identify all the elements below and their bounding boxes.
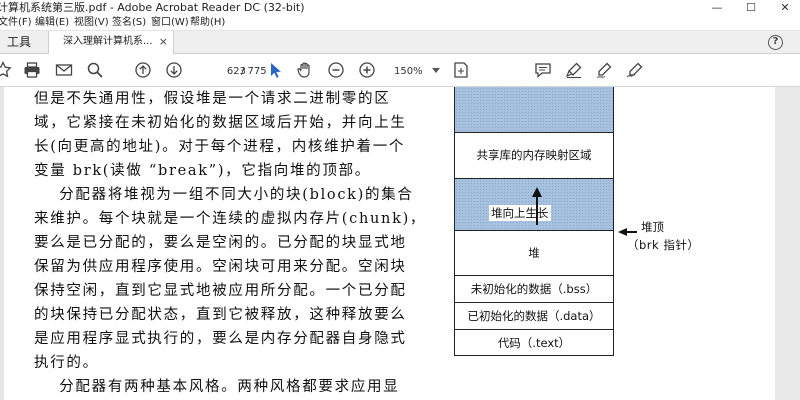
draw-icon[interactable] xyxy=(593,60,615,80)
heap-top-label: 堆顶 xyxy=(641,220,664,234)
print-icon[interactable] xyxy=(21,60,43,80)
heap-grows-arrow-shaft xyxy=(536,195,538,225)
zoom-in-icon[interactable] xyxy=(356,60,378,80)
tab-tools[interactable]: 工具 xyxy=(0,31,48,53)
help-icon[interactable]: ? xyxy=(768,35,783,50)
tab-document[interactable]: 深入理解计算机系... × xyxy=(48,31,174,54)
text-line: 保持空闲，直到它显式地被应用所分配。一个已分配 xyxy=(34,283,407,299)
minimize-button[interactable]: — xyxy=(700,0,734,15)
zoom-dropdown-arrow-icon[interactable] xyxy=(432,68,440,73)
next-page-icon[interactable] xyxy=(163,60,185,80)
star-icon[interactable] xyxy=(0,60,14,80)
tab-close-icon[interactable]: × xyxy=(159,31,168,53)
previous-page-icon[interactable] xyxy=(132,60,154,80)
heap-grows-label: 堆向上生长 xyxy=(489,205,551,221)
menu-window[interactable]: 窗口(W) xyxy=(151,15,189,31)
menu-bar: 文件(F) 编辑(E) 视图(V) 签名(S) 窗口(W) 帮助(H) xyxy=(0,15,800,31)
comment-icon[interactable] xyxy=(532,60,554,80)
fill-sign-icon[interactable] xyxy=(624,60,646,80)
text-line: 域，它紧接在未初始化的数据区域后开始，并向上生 xyxy=(34,115,407,131)
heap-label: 堆 xyxy=(528,246,540,260)
menu-help[interactable]: 帮助(H) xyxy=(190,15,225,31)
shared-lib-block: 共享库的内存映射区域 xyxy=(454,132,614,178)
text-line: 分配器将堆视为一组不同大小的块(block)的集合 xyxy=(34,187,414,203)
brk-pointer-line xyxy=(626,231,637,233)
menu-edit[interactable]: 编辑(E) xyxy=(35,15,69,31)
highlight-icon[interactable] xyxy=(563,60,585,80)
text-block: 代码（.text） xyxy=(454,329,614,356)
email-icon[interactable] xyxy=(53,60,75,80)
text-line: 要么是已分配的，要么是空闲的。已分配的块显式地 xyxy=(34,235,407,251)
document-view[interactable]: 但是不失通用性，假设堆是一个请求二进制零的区 域，它紧接在未初始化的数据区域后开… xyxy=(0,87,800,400)
search-icon[interactable] xyxy=(84,60,106,80)
text-line: 保留为供应用程序使用。空闲块可用来分配。空闲块 xyxy=(34,259,407,275)
text-line: 长(向更高的地址)。对于每个进程，内核维护着一个 xyxy=(34,139,406,155)
text-line: 来维护。每个块就是一个连续的虚拟内存片(chunk)， xyxy=(34,211,427,227)
bss-label: 未初始化的数据（.bss） xyxy=(470,282,598,296)
close-window-button[interactable]: ✕ xyxy=(768,0,800,15)
text-line: 但是不失通用性，假设堆是一个请求二进制零的区 xyxy=(34,91,391,107)
text-line: 是应用程序显式执行的，要么是内存分配器自身隐式 xyxy=(34,331,407,347)
right-panel-strip xyxy=(775,87,800,400)
text-line: 分配器有两种基本风格。两种风格都要求应用显 xyxy=(34,379,400,395)
shared-lib-label: 共享库的内存映射区域 xyxy=(476,148,592,162)
text-line: 变量 brk(读做 “break”)，它指向堆的顶部。 xyxy=(34,163,371,179)
total-pages-label: / 775 xyxy=(241,66,267,77)
memory-layout-diagram: 共享库的内存映射区域 堆向上生长 堆 未初始化的数据（.bss） 已初始化的数据… xyxy=(450,87,780,400)
data-label: 已初始化的数据（.data） xyxy=(467,309,601,323)
toolbar: 623 / 775 150% xyxy=(0,54,800,87)
title-bar: 计算机系统第三版.pdf - Adobe Acrobat Reader DC (… xyxy=(0,0,800,15)
heap-growth-block: 堆向上生长 xyxy=(454,178,614,230)
menu-view[interactable]: 视图(V) xyxy=(74,15,109,31)
window-title: 计算机系统第三版.pdf - Adobe Acrobat Reader DC (… xyxy=(0,1,305,14)
bss-block: 未初始化的数据（.bss） xyxy=(454,275,614,302)
tab-bar: 工具 深入理解计算机系... × ? xyxy=(0,31,800,54)
menu-sign[interactable]: 签名(S) xyxy=(112,15,146,31)
zoom-level-select[interactable]: 150% xyxy=(383,63,435,81)
acrobat-window: 计算机系统第三版.pdf - Adobe Acrobat Reader DC (… xyxy=(0,0,800,400)
text-line: 的块保持已分配状态，直到它被释放，这种释放要么 xyxy=(34,307,407,323)
brk-pointer-label: （brk 指针） xyxy=(627,238,700,252)
zoom-out-icon[interactable] xyxy=(325,60,347,80)
select-cursor-icon[interactable] xyxy=(264,60,286,80)
data-block: 已初始化的数据（.data） xyxy=(454,302,614,329)
tab-document-label: 深入理解计算机系... xyxy=(63,36,153,47)
heap-block: 堆 xyxy=(454,230,614,275)
hand-tool-icon[interactable] xyxy=(294,60,316,80)
maximize-button[interactable]: ☐ xyxy=(734,0,768,15)
text-line: 执行的。 xyxy=(34,355,99,371)
top-unmapped-block xyxy=(454,87,614,132)
text-segment-label: 代码（.text） xyxy=(497,336,571,350)
page-fit-icon[interactable] xyxy=(450,60,472,80)
menu-file[interactable]: 文件(F) xyxy=(0,15,32,31)
zoom-level-value: 150% xyxy=(394,66,423,77)
page-number-input[interactable]: 623 xyxy=(196,64,246,80)
pdf-page: 但是不失通用性，假设堆是一个请求二进制零的区 域，它紧接在未初始化的数据区域后开… xyxy=(4,87,775,400)
